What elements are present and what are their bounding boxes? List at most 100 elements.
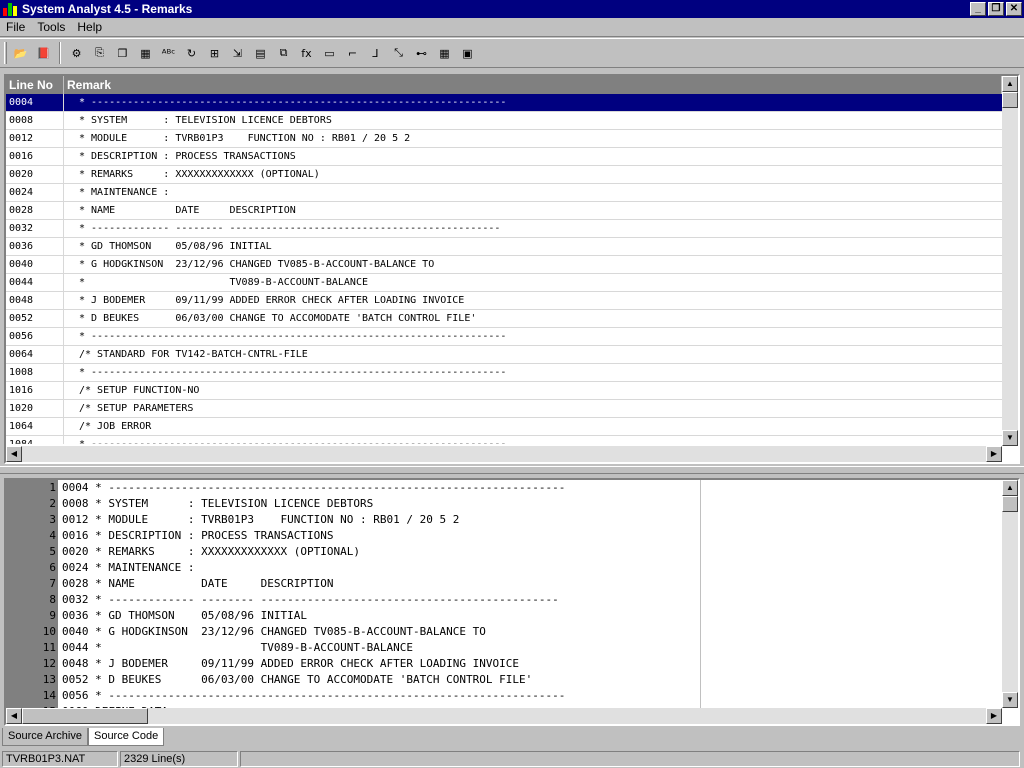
cell-remark[interactable]: * TV089-B-ACCOUNT-BALANCE bbox=[64, 274, 1002, 291]
copy-button[interactable]: ⎘ bbox=[88, 42, 111, 64]
table-row[interactable]: 0016 * DESCRIPTION : PROCESS TRANSACTIONS bbox=[6, 148, 1002, 166]
cell-line-no[interactable]: 0024 bbox=[6, 184, 64, 201]
scroll-right-button[interactable]: ▶ bbox=[986, 446, 1002, 462]
editor-scroll-up-button[interactable]: ▲ bbox=[1002, 480, 1018, 496]
editor-scroll-right-button[interactable]: ▶ bbox=[986, 708, 1002, 724]
stack-button[interactable]: ⧉ bbox=[272, 42, 295, 64]
cell-line-no[interactable]: 1084 bbox=[6, 436, 64, 444]
code-line[interactable]: 0036 * GD THOMSON 05/08/96 INITIAL bbox=[60, 608, 1000, 624]
table-row[interactable]: 0032 * ------------- -------- -----------… bbox=[6, 220, 1002, 238]
cell-line-no[interactable]: 0052 bbox=[6, 310, 64, 327]
cell-remark[interactable]: * --------------------------------------… bbox=[64, 328, 1002, 345]
code-area[interactable]: 0004 * ---------------------------------… bbox=[60, 480, 1000, 708]
column-header-line-no[interactable]: Line No bbox=[6, 76, 64, 94]
open-folder-button[interactable]: 📂 bbox=[9, 42, 32, 64]
table-button[interactable]: ▦ bbox=[433, 42, 456, 64]
cell-line-no[interactable]: 0040 bbox=[6, 256, 64, 273]
code-line[interactable]: 0044 * TV089-B-ACCOUNT-BALANCE bbox=[60, 640, 1000, 656]
table-row[interactable]: 0056 * ----------------------------------… bbox=[6, 328, 1002, 346]
code-line[interactable]: 0020 * REMARKS : XXXXXXXXXXXXX (OPTIONAL… bbox=[60, 544, 1000, 560]
cell-line-no[interactable]: 0016 bbox=[6, 148, 64, 165]
cell-remark[interactable]: * --------------------------------------… bbox=[64, 436, 1002, 444]
scroll-up-button[interactable]: ▲ bbox=[1002, 76, 1018, 92]
cell-line-no[interactable]: 0064 bbox=[6, 346, 64, 363]
cell-remark[interactable]: * MODULE : TVRB01P3 FUNCTION NO : RB01 /… bbox=[64, 130, 1002, 147]
cell-remark[interactable]: * NAME DATE DESCRIPTION bbox=[64, 202, 1002, 219]
source-editor[interactable]: 123456789101112131415 0004 * -----------… bbox=[4, 478, 1020, 726]
abc-button[interactable]: ᴬᴮᶜ bbox=[157, 42, 180, 64]
code-line[interactable]: 0012 * MODULE : TVRB01P3 FUNCTION NO : R… bbox=[60, 512, 1000, 528]
cell-line-no[interactable]: 0004 bbox=[6, 94, 64, 111]
cell-remark[interactable]: * G HODGKINSON 23/12/96 CHANGED TV085-B-… bbox=[64, 256, 1002, 273]
diagonal-flow-button[interactable]: ⤡ bbox=[387, 42, 410, 64]
table-row[interactable]: 0048 * J BODEMER 09/11/99 ADDED ERROR CHE… bbox=[6, 292, 1002, 310]
code-line[interactable]: 0048 * J BODEMER 09/11/99 ADDED ERROR CH… bbox=[60, 656, 1000, 672]
toolbar-grip[interactable] bbox=[4, 42, 7, 64]
table-row[interactable]: 1008 * ----------------------------------… bbox=[6, 364, 1002, 382]
export-button[interactable]: ⇲ bbox=[226, 42, 249, 64]
function-button[interactable]: fx bbox=[295, 42, 318, 64]
code-line[interactable]: 0028 * NAME DATE DESCRIPTION bbox=[60, 576, 1000, 592]
code-line[interactable]: 0024 * MAINTENANCE : bbox=[60, 560, 1000, 576]
cell-line-no[interactable]: 0012 bbox=[6, 130, 64, 147]
table-row[interactable]: 0004 * ----------------------------------… bbox=[6, 94, 1002, 112]
code-line[interactable]: 0004 * ---------------------------------… bbox=[60, 480, 1000, 496]
cell-line-no[interactable]: 0020 bbox=[6, 166, 64, 183]
scroll-down-button[interactable]: ▼ bbox=[1002, 430, 1018, 446]
cell-line-no[interactable]: 0048 bbox=[6, 292, 64, 309]
tree-button[interactable]: ⊞ bbox=[203, 42, 226, 64]
menu-tools[interactable]: Tools bbox=[31, 20, 71, 34]
column-header-remark[interactable]: Remark bbox=[64, 76, 1002, 94]
cell-remark[interactable]: * MAINTENANCE : bbox=[64, 184, 1002, 201]
tab-source-code[interactable]: Source Code bbox=[87, 728, 165, 746]
cell-remark[interactable]: * --------------------------------------… bbox=[64, 364, 1002, 381]
table-row[interactable]: 0036 * GD THOMSON 05/08/96 INITIAL bbox=[6, 238, 1002, 256]
cell-remark[interactable]: * J BODEMER 09/11/99 ADDED ERROR CHECK A… bbox=[64, 292, 1002, 309]
editor-scroll-left-button[interactable]: ◀ bbox=[6, 708, 22, 724]
code-line[interactable]: 0008 * SYSTEM : TELEVISION LICENCE DEBTO… bbox=[60, 496, 1000, 512]
disabled-button[interactable]: ⊷ bbox=[410, 42, 433, 64]
documents-button[interactable]: ▤ bbox=[249, 42, 272, 64]
grid-button[interactable]: ▦ bbox=[134, 42, 157, 64]
scroll-thumb[interactable] bbox=[1002, 92, 1018, 108]
menu-help[interactable]: Help bbox=[71, 20, 108, 34]
panel-splitter[interactable] bbox=[0, 466, 1024, 474]
cell-line-no[interactable]: 1020 bbox=[6, 400, 64, 417]
cell-remark[interactable]: * DESCRIPTION : PROCESS TRANSACTIONS bbox=[64, 148, 1002, 165]
grid-horizontal-scrollbar[interactable]: ◀ ▶ bbox=[6, 446, 1002, 462]
cell-remark[interactable]: * D BEUKES 06/03/00 CHANGE TO ACCOMODATE… bbox=[64, 310, 1002, 327]
cell-line-no[interactable]: 1064 bbox=[6, 418, 64, 435]
cell-line-no[interactable]: 0036 bbox=[6, 238, 64, 255]
refresh-button[interactable]: ↻ bbox=[180, 42, 203, 64]
cell-remark[interactable]: * REMARKS : XXXXXXXXXXXXX (OPTIONAL) bbox=[64, 166, 1002, 183]
editor-scroll-thumb[interactable] bbox=[1002, 496, 1018, 512]
table-row[interactable]: 0044 * TV089-B-ACCOUNT-BALANCE bbox=[6, 274, 1002, 292]
copy-pages-button[interactable]: ❐ bbox=[111, 42, 134, 64]
cell-remark[interactable]: * SYSTEM : TELEVISION LICENCE DEBTORS bbox=[64, 112, 1002, 129]
code-line[interactable]: 0016 * DESCRIPTION : PROCESS TRANSACTION… bbox=[60, 528, 1000, 544]
cell-line-no[interactable]: 1016 bbox=[6, 382, 64, 399]
table-row[interactable]: 1016/* SETUP FUNCTION-NO bbox=[6, 382, 1002, 400]
cell-remark[interactable]: /* SETUP PARAMETERS bbox=[64, 400, 1002, 417]
cell-remark[interactable]: * ------------- -------- ---------------… bbox=[64, 220, 1002, 237]
code-line[interactable]: 0032 * ------------- -------- ----------… bbox=[60, 592, 1000, 608]
form-button[interactable]: ▭ bbox=[318, 42, 341, 64]
editor-scroll-down-button[interactable]: ▼ bbox=[1002, 692, 1018, 708]
table-row[interactable]: 0008 * SYSTEM : TELEVISION LICENCE DEBTOR… bbox=[6, 112, 1002, 130]
cell-remark[interactable]: /* JOB ERROR bbox=[64, 418, 1002, 435]
cell-remark[interactable]: * --------------------------------------… bbox=[64, 94, 1002, 111]
cell-line-no[interactable]: 0044 bbox=[6, 274, 64, 291]
table-row[interactable]: 0064/* STANDARD FOR TV142-BATCH-CNTRL-FI… bbox=[6, 346, 1002, 364]
code-line[interactable]: 0056 * ---------------------------------… bbox=[60, 688, 1000, 704]
code-line[interactable]: 0052 * D BEUKES 06/03/00 CHANGE TO ACCOM… bbox=[60, 672, 1000, 688]
editor-hscroll-thumb[interactable] bbox=[22, 708, 148, 724]
editor-vertical-scrollbar[interactable]: ▲ ▼ bbox=[1002, 480, 1018, 708]
table-row[interactable]: 0052 * D BEUKES 06/03/00 CHANGE TO ACCOMO… bbox=[6, 310, 1002, 328]
menu-file[interactable]: File bbox=[0, 20, 31, 34]
table-row[interactable]: 0040 * G HODGKINSON 23/12/96 CHANGED TV08… bbox=[6, 256, 1002, 274]
cell-line-no[interactable]: 0008 bbox=[6, 112, 64, 129]
cell-line-no[interactable]: 0028 bbox=[6, 202, 64, 219]
table-row[interactable]: 0020 * REMARKS : XXXXXXXXXXXXX (OPTIONAL) bbox=[6, 166, 1002, 184]
flow-button[interactable]: ⌐ bbox=[341, 42, 364, 64]
properties-button[interactable]: ⚙ bbox=[65, 42, 88, 64]
